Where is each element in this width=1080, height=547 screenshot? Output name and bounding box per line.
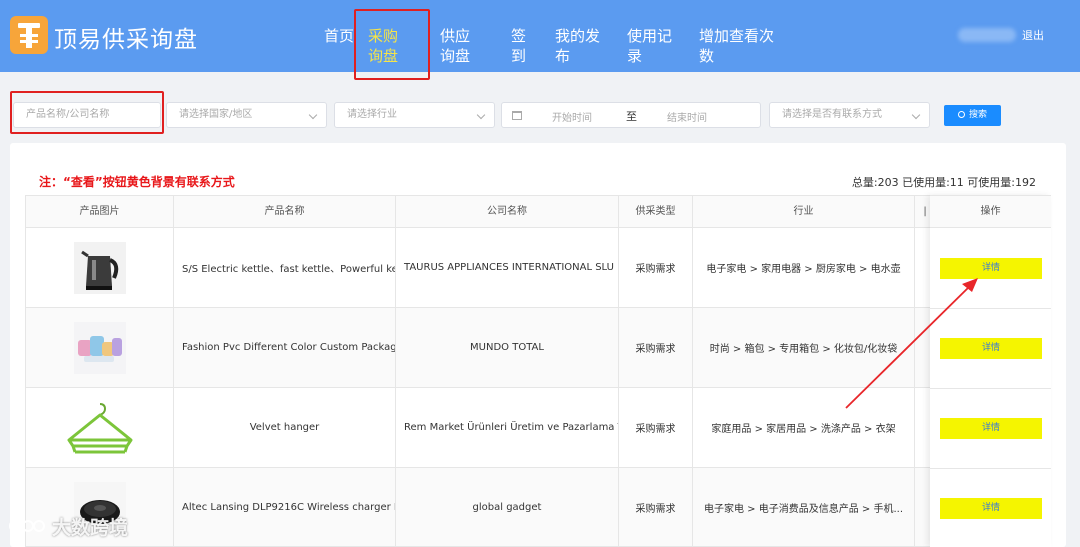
detail-button[interactable]: 详情 [940,258,1042,279]
row-divider [930,468,1051,469]
inquiry-type: 采购需求 [619,228,693,307]
chevron-down-icon [911,110,921,120]
column-header-company: 公司名称 [396,196,619,229]
company-name: Rem Market Ürünleri Üretim ve Pazarlama … [396,388,619,467]
table-row: S/S Electric kettle、fast kettle、Powerful… [25,228,1051,308]
product-image-cell [26,388,174,467]
annotation-highlight-input [10,91,164,134]
username-blurred [958,28,1016,42]
product-name: Altec Lansing DLP9216C Wireless charger … [174,468,396,547]
nav-usage-records[interactable]: 使用记录 [627,26,675,66]
nav-checkin[interactable]: 签到 [511,26,531,66]
detail-button-label: 详情 [981,503,1000,513]
country-select[interactable]: 请选择国家/地区 [166,102,327,128]
product-name: Velvet hanger [174,388,396,467]
industry-path: 电子家电 > 家用电器 > 厨房家电 > 电水壶 [693,228,915,307]
hanger-image [67,402,132,453]
product-name: S/S Electric kettle、fast kettle、Powerful… [174,228,396,307]
nav-my-posts[interactable]: 我的发布 [555,26,603,66]
calendar-icon [512,111,522,120]
column-header-actions: 操作 [930,195,1051,228]
inquiry-type: 采购需求 [619,468,693,547]
kettle-image [73,241,126,294]
detail-button-label: 详情 [981,423,1000,433]
logo-icon [10,16,48,54]
inquiry-type: 采购需求 [619,308,693,387]
contact-note: 注：“查看”按钮黄色背景有联系方式 [39,175,235,189]
chevron-down-icon [476,110,486,120]
product-image-cell [26,308,174,387]
contact-select[interactable]: 请选择是否有联系方式 [769,102,930,128]
contact-select-placeholder: 请选择是否有联系方式 [782,109,882,120]
date-range-picker[interactable]: 开始时间 至 结束时间 [501,102,761,128]
company-name: TAURUS APPLIANCES INTERNATIONAL SLU [396,228,619,307]
search-button-label: 搜索 [968,110,987,120]
detail-button[interactable]: 详情 [940,418,1042,439]
industry-path: 家庭用品 > 家居用品 > 洗涤产品 > 衣架 [693,388,915,467]
detail-button-label: 详情 [981,263,1000,273]
inquiry-type: 采购需求 [619,388,693,467]
date-range-separator: 至 [626,110,637,123]
annotation-highlight-nav [354,9,430,80]
table-row: Velvet hanger Rem Market Ürünleri Üretim… [25,388,1051,468]
column-header-type: 供采类型 [619,196,693,229]
row-divider [930,308,1051,309]
table-row: Altec Lansing DLP9216C Wireless charger … [25,468,1051,547]
detail-button[interactable]: 详情 [940,338,1042,359]
industry-path: 电子家电 > 电子消费品及信息产品 > 手机... [693,468,915,547]
country-select-placeholder: 请选择国家/地区 [179,109,253,120]
column-header-industry: 行业 [693,196,915,229]
table-row: Fashion Pvc Different Color Custom Packa… [25,308,1051,388]
detail-button[interactable]: 详情 [940,498,1042,519]
industry-select[interactable]: 请选择行业 [334,102,495,128]
top-header: 顶易供采询盘 首页 采购询盘 供应询盘 签到 我的发布 使用记录 增加查看次数 … [0,0,1080,72]
nav-add-views[interactable]: 增加查看次数 [699,26,777,66]
search-icon [957,111,965,118]
product-image-cell [26,228,174,307]
usage-stats: 总量:203 已使用量:11 可使用量:192 [851,176,1036,189]
cosmetic-bags-image [73,321,126,374]
industry-select-placeholder: 请选择行业 [347,109,397,120]
watermark-text: 大数跨境 [52,517,129,539]
operation-column: 操作 详情 详情 详情 详情 [930,195,1051,547]
search-button[interactable]: 搜索 [944,105,1001,126]
start-date-input[interactable]: 开始时间 [552,109,592,124]
detail-button-label: 详情 [981,343,1000,353]
column-header-product: 产品名称 [174,196,396,229]
company-name: global gadget [396,468,619,547]
chevron-down-icon [308,110,318,120]
product-name: Fashion Pvc Different Color Custom Packa… [174,308,396,387]
company-name: MUNDO TOTAL [396,308,619,387]
nav-supply-inquiry[interactable]: 供应询盘 [440,26,480,66]
logout-link[interactable]: 退出 [1022,27,1044,43]
industry-path: 时尚 > 箱包 > 专用箱包 > 化妆包/化妆袋 [693,308,915,387]
watermark-logo-icon [9,519,45,533]
end-date-input[interactable]: 结束时间 [667,109,707,124]
row-divider [930,388,1051,389]
column-header-image: 产品图片 [26,196,174,229]
table-header: 产品图片 产品名称 公司名称 供采类型 行业 | [25,195,1051,229]
app-title: 顶易供采询盘 [54,27,198,53]
